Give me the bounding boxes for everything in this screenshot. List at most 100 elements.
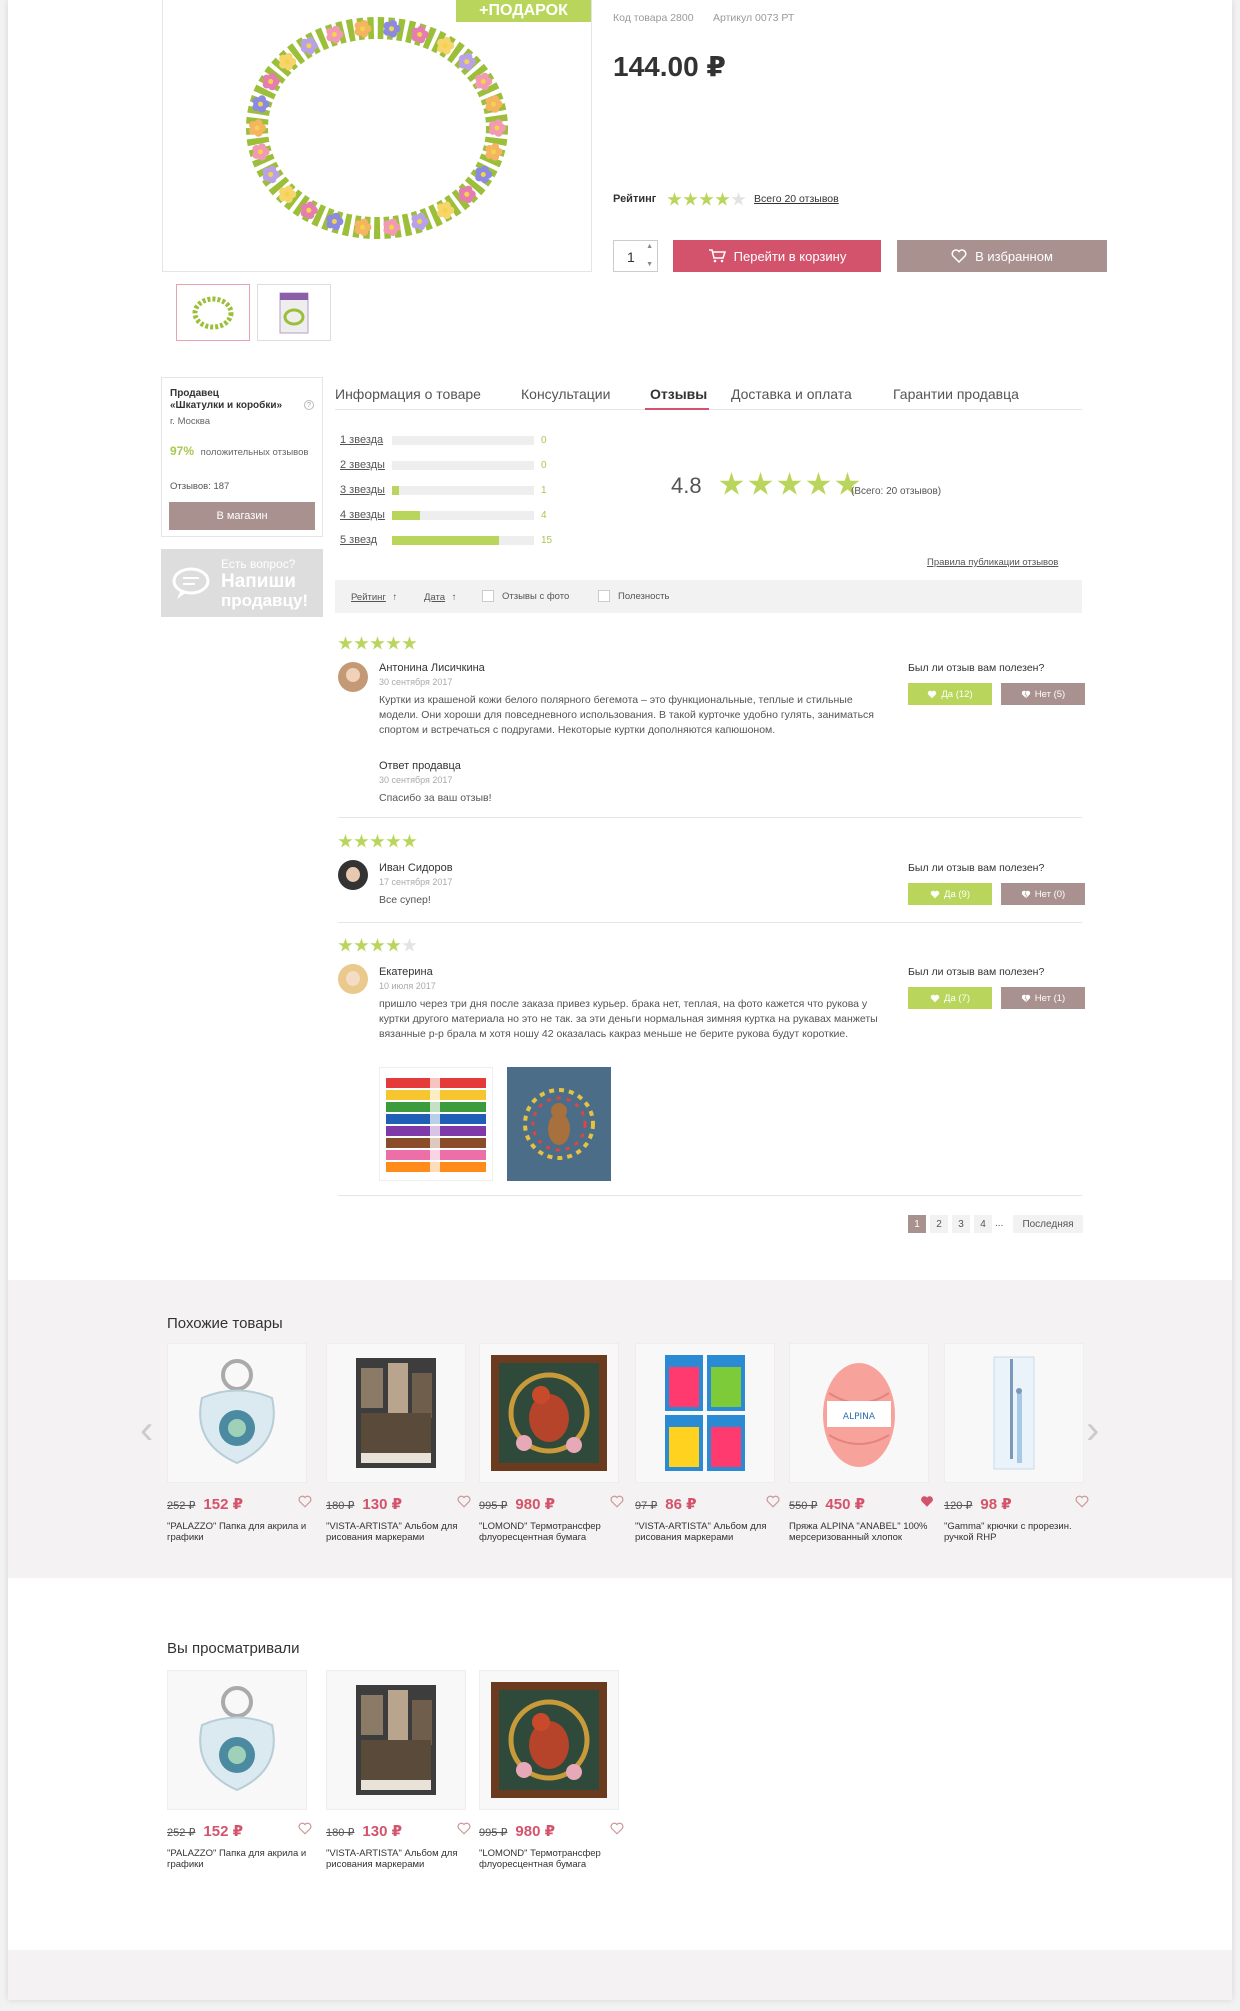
favorite-button[interactable]: В избранном	[897, 240, 1107, 272]
review-1-stars	[338, 636, 418, 656]
product-title[interactable]: "Gamma" крючки с прорезин. ручкой RHP	[944, 1521, 1089, 1543]
all-reviews-link[interactable]: Всего 20 отзывов	[754, 193, 839, 205]
active-tab-indicator	[645, 408, 709, 410]
decrement-icon[interactable]: ▼	[646, 261, 653, 268]
product-image[interactable]	[167, 1343, 307, 1483]
product-image[interactable]	[326, 1670, 466, 1810]
page-last[interactable]: Последняя	[1013, 1215, 1083, 1233]
price-row: 995 ₽ 980 ₽	[479, 1495, 624, 1513]
product-image[interactable]	[479, 1343, 619, 1483]
rating-bar-label[interactable]: 4 звезды	[340, 509, 390, 521]
rating-bar-row[interactable]: 5 звезд 15	[340, 533, 552, 547]
carousel-prev-icon[interactable]: ‹	[140, 1410, 153, 1450]
product-image[interactable]	[479, 1670, 619, 1810]
product-title[interactable]: "VISTA-ARTISTA" Альбом для рисования мар…	[326, 1848, 471, 1870]
rating-bar-row[interactable]: 3 звезды 1	[340, 483, 547, 497]
price-row: 550 ₽ 450 ₽	[789, 1495, 934, 1513]
rating-bar-row[interactable]: 1 звезда 0	[340, 433, 547, 447]
review-photo-threads[interactable]	[379, 1067, 493, 1181]
product-image[interactable]	[167, 1670, 307, 1810]
sort-date[interactable]: Дата ↑	[424, 592, 456, 603]
heart-outline-icon[interactable]	[457, 1822, 471, 1835]
ask-seller-banner[interactable]: Есть вопрос? Напиши продавцу!	[161, 549, 323, 617]
page-3[interactable]: 3	[952, 1215, 970, 1233]
product-image[interactable]	[944, 1343, 1084, 1483]
cart-button-label: Перейти в корзину	[733, 248, 847, 264]
heart-outline-icon[interactable]	[610, 1822, 624, 1835]
rating-bar-label[interactable]: 3 звезды	[340, 484, 390, 496]
product-image[interactable]: ALPINA	[789, 1343, 929, 1483]
rating-bar-label[interactable]: 2 звезды	[340, 459, 390, 471]
star-icon	[715, 192, 730, 206]
product-card[interactable]: 995 ₽ 980 ₽ "LOMOND" Термотрансфер флуорес…	[479, 1670, 624, 1870]
heart-outline-icon[interactable]	[766, 1495, 780, 1508]
arrow-up-icon: ↑	[451, 592, 457, 603]
product-title[interactable]: "VISTA-ARTISTA" Альбом для рисования мар…	[635, 1521, 780, 1543]
checkbox[interactable]	[598, 590, 610, 602]
product-title[interactable]: Пряжа ALPINA "ANABEL" 100% мерсеризованн…	[789, 1521, 934, 1543]
total-reviews: (Всего: 20 отзывов)	[851, 486, 942, 497]
product-title[interactable]: "VISTA-ARTISTA" Альбом для рисования мар…	[326, 1521, 471, 1543]
product-card[interactable]: 120 ₽ 98 ₽ "Gamma" крючки с прорезин. ручк…	[944, 1343, 1089, 1543]
helpful-yes-button[interactable]: Да (9)	[908, 883, 992, 905]
helpful-no-button[interactable]: Нет (5)	[1001, 683, 1085, 705]
product-card[interactable]: 995 ₽ 980 ₽ "LOMOND" Термотрансфер флуорес…	[479, 1343, 624, 1543]
rules-link[interactable]: Правила публикации отзывов	[927, 557, 1058, 568]
helpful-yes-button[interactable]: Да (7)	[908, 987, 992, 1009]
rating-bar-label[interactable]: 5 звезд	[340, 534, 390, 546]
tab-consultations[interactable]: Консультации	[521, 386, 610, 402]
heart-filled-icon[interactable]	[920, 1495, 934, 1508]
rating-bar-row[interactable]: 2 звезды 0	[340, 458, 547, 472]
tab-guarantees[interactable]: Гарантии продавца	[893, 386, 1019, 402]
filter-usefulness[interactable]: Полезность	[598, 590, 669, 602]
star-icon	[699, 192, 714, 206]
product-card[interactable]: ALPINA 550 ₽ 450 ₽ Пряжа ALPINA "ANABEL" 10…	[789, 1343, 934, 1543]
product-main-image[interactable]	[162, 0, 592, 272]
review-photo-embroidery[interactable]	[507, 1067, 611, 1181]
heart-outline-icon[interactable]	[298, 1495, 312, 1508]
product-image[interactable]	[635, 1343, 775, 1483]
svg-text:ALPINA: ALPINA	[843, 1412, 876, 1422]
average-stars	[719, 472, 864, 502]
helpful-no-button[interactable]: Нет (1)	[1001, 987, 1085, 1009]
star-icon	[338, 834, 353, 848]
heart-outline-icon[interactable]	[1075, 1495, 1089, 1508]
product-title[interactable]: "PALAZZO" Папка для акрила и графики	[167, 1848, 312, 1870]
product-title[interactable]: "LOMOND" Термотрансфер флуоресцентная бу…	[479, 1521, 624, 1543]
shop-button[interactable]: В магазин	[169, 502, 315, 530]
page-2[interactable]: 2	[930, 1215, 948, 1233]
tab-product-info[interactable]: Информация о товаре	[335, 386, 481, 402]
product-card[interactable]: 97 ₽ 86 ₽ "VISTA-ARTISTA" Альбом для рисов…	[635, 1343, 780, 1543]
thumbnail-2[interactable]	[257, 284, 331, 341]
page-1[interactable]: 1	[908, 1215, 926, 1233]
page-4[interactable]: 4	[974, 1215, 992, 1233]
rating-bar-label[interactable]: 1 звезда	[340, 434, 390, 446]
info-icon[interactable]: ?	[304, 400, 314, 410]
tab-delivery[interactable]: Доставка и оплата	[731, 386, 852, 402]
seller-name[interactable]: «Шкатулки и коробки»	[170, 400, 282, 411]
rating-bar-track	[392, 435, 534, 445]
tab-reviews[interactable]: Отзывы	[650, 386, 707, 402]
helpful-no-button[interactable]: Нет (0)	[1001, 883, 1085, 905]
increment-icon[interactable]: ▲	[646, 243, 653, 250]
checkbox[interactable]	[482, 590, 494, 602]
heart-outline-icon[interactable]	[610, 1495, 624, 1508]
rating-bar-row[interactable]: 4 звезды 4	[340, 508, 547, 522]
heart-outline-icon[interactable]	[298, 1822, 312, 1835]
filter-with-photo[interactable]: Отзывы с фото	[482, 590, 569, 602]
product-title[interactable]: "LOMOND" Термотрансфер флуоресцентная бу…	[479, 1848, 624, 1870]
new-price: 130 ₽	[362, 1823, 403, 1840]
product-card[interactable]: 180 ₽ 130 ₽ "VISTA-ARTISTA" Альбом для рис…	[326, 1343, 471, 1543]
product-card[interactable]: 252 ₽ 152 ₽ "PALAZZO" Папка для акрила и г…	[167, 1670, 312, 1870]
heart-outline-icon[interactable]	[457, 1495, 471, 1508]
thumbnail-1[interactable]	[176, 284, 250, 341]
product-card[interactable]: 180 ₽ 130 ₽ "VISTA-ARTISTA" Альбом для рис…	[326, 1670, 471, 1870]
helpful-yes-button[interactable]: Да (12)	[908, 683, 992, 705]
product-card[interactable]: 252 ₽ 152 ₽ "PALAZZO" Папка для акрила и г…	[167, 1343, 312, 1543]
product-rating-stars	[667, 192, 747, 212]
cart-button[interactable]: Перейти в корзину	[673, 240, 881, 272]
product-image[interactable]	[326, 1343, 466, 1483]
product-title[interactable]: "PALAZZO" Папка для акрила и графики	[167, 1521, 312, 1543]
sort-rating[interactable]: Рейтинг ↑	[351, 592, 397, 603]
quantity-stepper[interactable]: 1 ▲ ▼	[613, 240, 658, 272]
